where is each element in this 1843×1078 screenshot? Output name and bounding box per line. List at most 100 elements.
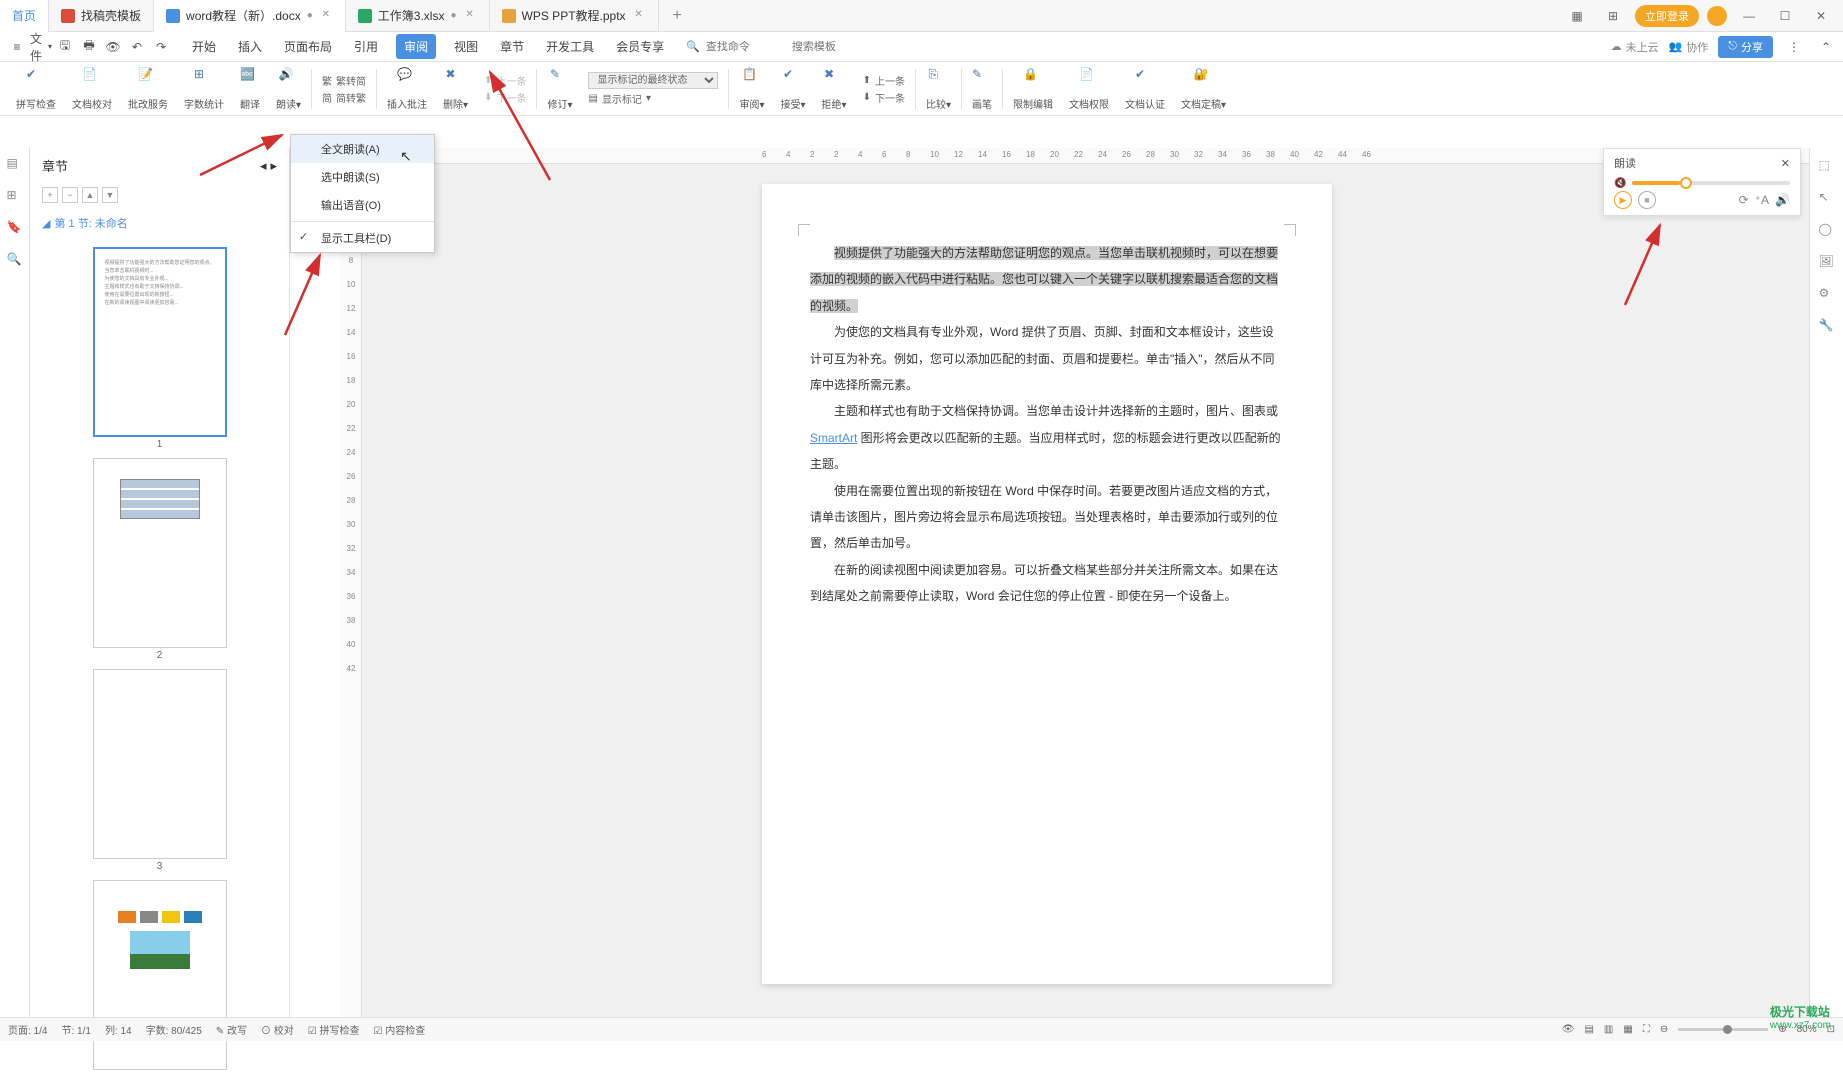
status-page[interactable]: 页面: 1/4 xyxy=(8,1022,47,1037)
dropdown-read-all[interactable]: 全文朗读(A) xyxy=(291,135,434,163)
apps-icon[interactable]: ⊞ xyxy=(1599,2,1627,30)
ribbon-accept[interactable]: ✔接受▾ xyxy=(773,65,814,113)
ribbon-delete[interactable]: ✖删除▾ xyxy=(435,65,476,113)
tab-home[interactable]: 首页 xyxy=(0,0,49,32)
outline-icon[interactable]: ▤ xyxy=(7,156,23,172)
view-web-icon[interactable]: ▥ xyxy=(1604,1024,1613,1035)
ribbon-next-change[interactable]: ⬇下一条 xyxy=(863,90,905,105)
tab-start[interactable]: 开始 xyxy=(188,34,220,59)
close-icon[interactable]: ✕ xyxy=(632,9,646,23)
tab-word-doc[interactable]: word教程（新）.docx ● ✕ xyxy=(154,0,346,32)
status-rewrite[interactable]: ✎ 改写 xyxy=(216,1022,247,1037)
zoom-out-icon[interactable]: ⊖ xyxy=(1660,1024,1668,1035)
ribbon-reject[interactable]: ✖拒绝▾ xyxy=(814,65,855,113)
ribbon-comment[interactable]: 💬插入批注 xyxy=(379,65,435,113)
new-tab-button[interactable]: + xyxy=(659,7,696,25)
dropdown-read-selection[interactable]: 选中朗读(S) xyxy=(291,163,434,191)
smartart-link[interactable]: SmartArt xyxy=(810,431,857,445)
save-icon[interactable]: 🖫 xyxy=(54,36,76,58)
page[interactable]: 视频提供了功能强大的方法帮助您证明您的观点。当您单击联机视频时，可以在想要添加的… xyxy=(762,184,1332,984)
close-button[interactable]: ✕ xyxy=(1807,2,1835,30)
ribbon-trad-simp[interactable]: 繁繁转简 xyxy=(322,73,366,88)
tab-ppt[interactable]: WPS PPT教程.pptx ✕ xyxy=(490,0,659,32)
nav-move-down[interactable]: ▼ xyxy=(102,187,118,203)
vertical-ruler[interactable]: 24681012141618202224262830323436384042 xyxy=(340,164,362,1017)
tab-references[interactable]: 引用 xyxy=(350,34,382,59)
close-icon[interactable]: ✕ xyxy=(319,9,333,23)
tab-excel[interactable]: 工作簿3.xlsx ● ✕ xyxy=(346,0,490,32)
tab-insert[interactable]: 插入 xyxy=(234,34,266,59)
ribbon-restrict[interactable]: 🔒限制编辑 xyxy=(1005,65,1061,113)
ribbon-spellcheck[interactable]: ✔拼写检查 xyxy=(8,65,64,113)
ribbon-prev-change[interactable]: ⬆上一条 xyxy=(863,73,905,88)
ribbon-wordcount[interactable]: ⊞字数统计 xyxy=(176,65,232,113)
tab-sections[interactable]: 章节 xyxy=(496,34,528,59)
tab-view[interactable]: 视图 xyxy=(450,34,482,59)
file-menu[interactable]: 文件▾ xyxy=(30,36,52,58)
nav-add-section[interactable]: + xyxy=(42,187,58,203)
print-icon[interactable]: 🖶 xyxy=(78,36,100,58)
nav-move-up[interactable]: ▲ xyxy=(82,187,98,203)
search-template-input[interactable] xyxy=(792,41,872,53)
track-mode-select[interactable]: 显示标记的最终状态 xyxy=(588,72,718,89)
tab-dev[interactable]: 开发工具 xyxy=(542,34,598,59)
login-button[interactable]: 立即登录 xyxy=(1635,5,1699,27)
ribbon-perm[interactable]: 📄文档权限 xyxy=(1061,65,1117,113)
undo-icon[interactable]: ↶ xyxy=(126,36,148,58)
coop-button[interactable]: 👥协作 xyxy=(1669,39,1709,55)
status-words[interactable]: 字数: 80/425 xyxy=(146,1022,202,1037)
search-command-input[interactable] xyxy=(706,41,786,53)
share-button[interactable]: ⎋分享 xyxy=(1718,36,1773,58)
dropdown-output-audio[interactable]: 输出语音(O) xyxy=(291,191,434,219)
page-thumb-1[interactable]: 视频提供了功能强大的方法帮助您证明您的观点。当您单击联机视频时...为使您的文档… xyxy=(93,247,227,437)
grid-icon[interactable]: ▦ xyxy=(1563,2,1591,30)
paragraph[interactable]: 使用在需要位置出现的新按钮在 Word 中保存时间。若要更改图片适应文档的方式，… xyxy=(810,478,1284,557)
tools-icon[interactable]: 🔧 xyxy=(1819,318,1835,334)
status-proof[interactable]: ⊙ 校对 xyxy=(261,1022,294,1037)
view-print-icon[interactable]: ▤ xyxy=(1584,1024,1593,1035)
nav-del-section[interactable]: − xyxy=(62,187,78,203)
nav-prev-icon[interactable]: ◂ xyxy=(260,158,267,174)
select-icon[interactable]: ↖ xyxy=(1819,190,1835,206)
view-outline-icon[interactable]: ▦ xyxy=(1623,1024,1632,1035)
show-marks-button[interactable]: ▤显示标记▾ xyxy=(588,91,650,106)
collapse-icon[interactable]: ⌃ xyxy=(1815,36,1837,58)
maximize-button[interactable]: ☐ xyxy=(1771,2,1799,30)
volume-slider[interactable] xyxy=(1632,181,1790,185)
shape-icon[interactable]: ◯ xyxy=(1819,222,1835,238)
ribbon-lock[interactable]: 🔐文档定稿▾ xyxy=(1173,65,1234,113)
tab-review[interactable]: 审阅 xyxy=(396,34,436,59)
ribbon-translate[interactable]: 🔤翻译 xyxy=(232,65,268,113)
text-size-icon[interactable]: ⁺A xyxy=(1755,193,1769,207)
document-area[interactable]: 视频提供了功能强大的方法帮助您证明您的观点。当您单击联机视频时，可以在想要添加的… xyxy=(362,164,1809,1017)
status-content[interactable]: ☑ 内容检查 xyxy=(373,1022,425,1037)
close-icon[interactable]: ✕ xyxy=(1781,157,1790,170)
search-icon[interactable]: 🔍 xyxy=(7,252,23,268)
paragraph[interactable]: 在新的阅读视图中阅读更加容易。可以折叠文档某些部分并关注所需文本。如果在达到结尾… xyxy=(810,557,1284,610)
style-icon[interactable]: ⬚ xyxy=(1819,158,1835,174)
bookmark-icon[interactable]: 🔖 xyxy=(7,220,23,236)
ribbon-compare[interactable]: ⎘比较▾ xyxy=(918,65,959,113)
status-spell[interactable]: ☑ 拼写检查 xyxy=(308,1022,360,1037)
paragraph[interactable]: 为使您的文档具有专业外观，Word 提供了页眉、页脚、封面和文本框设计，这些设计… xyxy=(810,319,1284,398)
ribbon-proservice[interactable]: 📝批改服务 xyxy=(120,65,176,113)
view-fullscreen-icon[interactable]: ⛶ xyxy=(1643,1024,1650,1035)
speaker-icon[interactable]: 🔊 xyxy=(1775,193,1790,207)
more-icon[interactable]: ⋮ xyxy=(1783,36,1805,58)
tab-layout[interactable]: 页面布局 xyxy=(280,34,336,59)
selected-text[interactable]: 视频提供了功能强大的方法帮助您证明您的观点。当您单击联机视频时，可以在想要添加的… xyxy=(810,246,1278,313)
zoom-slider[interactable] xyxy=(1678,1028,1768,1031)
ribbon-pen[interactable]: ✎画笔 xyxy=(964,65,1000,113)
cloud-status[interactable]: ☁未上云 xyxy=(1611,39,1659,55)
outline-item[interactable]: ◢第 1 节: 未命名 xyxy=(30,207,289,239)
horizontal-ruler[interactable]: 6422468101214161820222426283032343638404… xyxy=(362,148,1809,164)
dropdown-show-toolbar[interactable]: ✓显示工具栏(D) xyxy=(291,224,434,252)
ribbon-simp-trad[interactable]: 简简转繁 xyxy=(322,90,366,105)
print-preview-icon[interactable]: 👁 xyxy=(102,36,124,58)
avatar[interactable] xyxy=(1707,6,1727,26)
minimize-button[interactable]: — xyxy=(1735,2,1763,30)
tab-member[interactable]: 会员专享 xyxy=(612,34,668,59)
page-thumb-4[interactable] xyxy=(93,880,227,1070)
speed-icon[interactable]: ⟳ xyxy=(1739,193,1749,207)
ribbon-track[interactable]: ✎修订▾ xyxy=(539,65,580,113)
